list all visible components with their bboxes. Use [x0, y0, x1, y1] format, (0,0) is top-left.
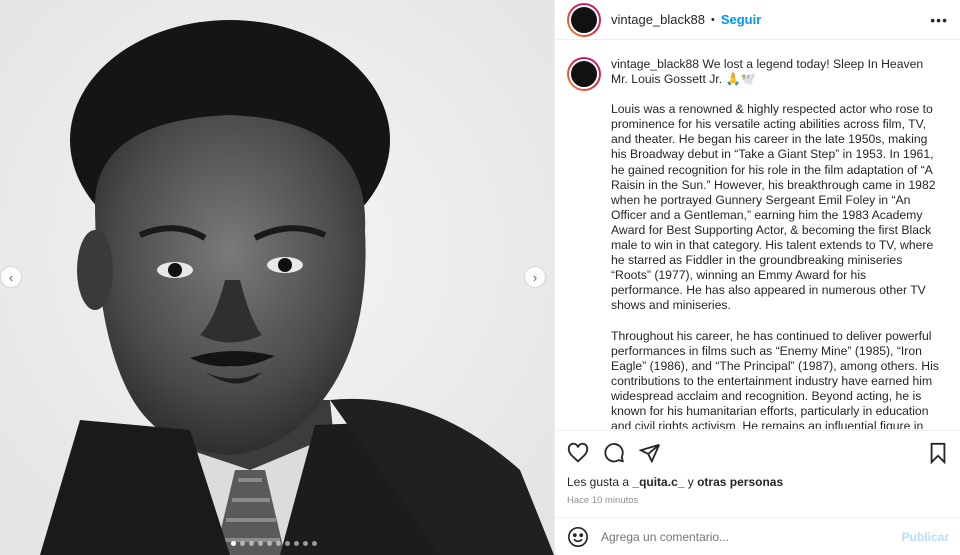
share-icon[interactable] — [639, 442, 661, 464]
chevron-left-icon: ‹ — [8, 269, 14, 285]
post-header: vintage_black88 • Seguir ••• — [555, 0, 960, 40]
caption-text: vintage_black88 We lost a legend today! … — [611, 57, 941, 429]
caption: vintage_black88 We lost a legend today! … — [567, 57, 949, 429]
comment-bar: Publicar — [555, 517, 960, 555]
post-panel: vintage_black88 • Seguir ••• vintage_bla… — [554, 0, 960, 555]
likes-summary: Les gusta a _quita.c_ y otras personas — [567, 475, 949, 489]
slide-dot — [312, 541, 317, 546]
likes-middle: y — [684, 475, 698, 489]
avatar[interactable] — [567, 2, 601, 37]
smiley-icon[interactable] — [567, 526, 589, 548]
header-username[interactable]: vintage_black88 — [611, 12, 705, 27]
slide-dot — [231, 541, 236, 546]
heart-icon[interactable] — [567, 442, 589, 464]
portrait-photo — [0, 0, 554, 555]
slide-dot — [294, 541, 299, 546]
follow-button[interactable]: Seguir — [721, 12, 761, 27]
likes-prefix: Les gusta a — [567, 475, 633, 489]
caption-paragraph-1: Louis was a renowned & highly respected … — [611, 102, 936, 313]
slide-dot — [240, 541, 245, 546]
bookmark-icon[interactable] — [927, 442, 949, 464]
comment-input[interactable] — [601, 529, 902, 544]
caption-paragraph-2: Throughout his career, he has continued … — [611, 328, 939, 430]
action-icons — [567, 441, 949, 465]
previous-slide-button[interactable]: ‹ — [0, 266, 22, 288]
next-slide-button[interactable]: › — [524, 266, 546, 288]
slide-dot — [249, 541, 254, 546]
slide-dot — [276, 541, 281, 546]
header-separator: • — [710, 13, 715, 26]
caption-avatar[interactable] — [567, 57, 601, 91]
chevron-right-icon: › — [532, 269, 538, 285]
slide-dot — [303, 541, 308, 546]
avatar-image — [569, 4, 599, 35]
post-timestamp: Hace 10 minutos — [567, 495, 639, 506]
comment-icon[interactable] — [603, 442, 625, 464]
slide-dot — [267, 541, 272, 546]
slide-dot — [258, 541, 263, 546]
caption-username[interactable]: vintage_black88 — [611, 57, 699, 71]
likes-others-link[interactable]: otras personas — [697, 475, 783, 489]
caption-area: vintage_black88 We lost a legend today! … — [555, 41, 960, 429]
avatar-image — [569, 59, 599, 89]
post-comment-button[interactable]: Publicar — [902, 530, 949, 544]
slide-dot — [285, 541, 290, 546]
post-media: ‹ › — [0, 0, 554, 555]
more-options-icon[interactable]: ••• — [930, 12, 948, 28]
slide-indicator — [231, 541, 317, 546]
likes-user-link[interactable]: _quita.c_ — [632, 475, 684, 489]
